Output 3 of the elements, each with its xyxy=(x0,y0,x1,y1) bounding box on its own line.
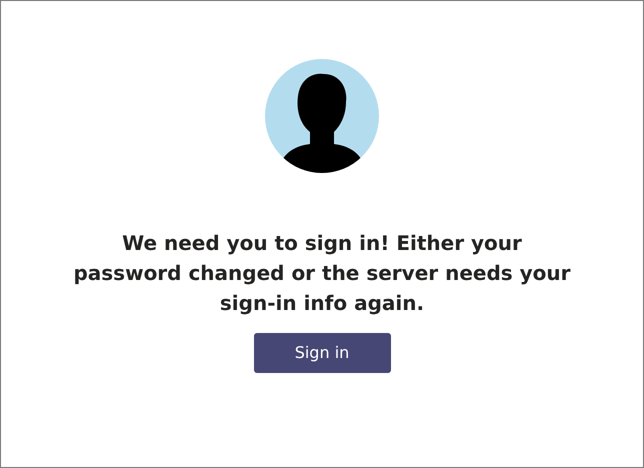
avatar-icon xyxy=(264,58,380,174)
sign-in-message: We need you to sign in! Either your password changed or the server needs your sign-in info again. xyxy=(72,230,572,317)
sign-in-button[interactable]: Sign in xyxy=(254,333,390,373)
